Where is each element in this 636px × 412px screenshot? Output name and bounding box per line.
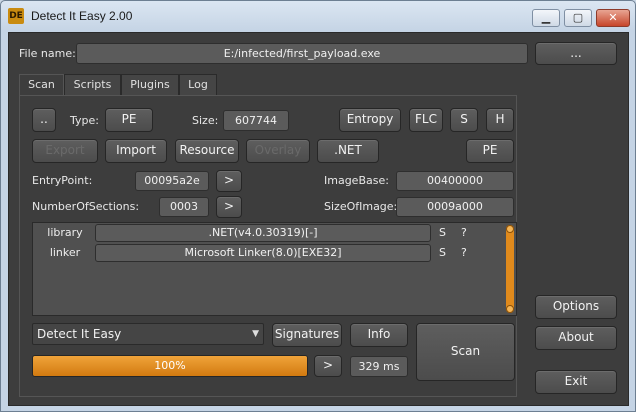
title-bar[interactable]: DE Detect It Easy 2.00 ▁ ▢ ✕ [1,1,635,31]
tab-scripts[interactable]: Scripts [64,74,121,95]
result-row[interactable]: linker Microsoft Linker(8.0)[EXE32] S ? [33,243,503,263]
tab-scan[interactable]: Scan [19,74,64,96]
type-value-button[interactable]: PE [105,108,153,132]
about-button[interactable]: About [535,326,617,350]
h-button[interactable]: H [486,108,514,132]
minimize-button[interactable]: ▁ [532,9,560,27]
size-field[interactable]: 607744 [223,110,289,131]
resource-button[interactable]: Resource [175,139,239,163]
scan-progress-bar: 100% [32,355,308,377]
maximize-button[interactable]: ▢ [564,9,592,27]
entrypoint-go-button[interactable]: > [216,170,242,192]
engine-select-value: Detect It Easy [37,327,122,341]
overlay-button[interactable]: Overlay [246,139,310,163]
main-window: DE Detect It Easy 2.00 ▁ ▢ ✕ File name: … [0,0,636,412]
s-button[interactable]: S [450,108,478,132]
signatures-button[interactable]: Signatures [272,323,342,347]
result-value: Microsoft Linker(8.0)[EXE32] [95,244,431,262]
result-type: linker [49,246,81,259]
net-button[interactable]: .NET [317,139,379,163]
results-scrollbar[interactable] [506,225,514,313]
browse-button[interactable]: ... [535,42,617,65]
pe-button[interactable]: PE [466,139,514,163]
result-row[interactable]: library .NET(v4.0.30319)[-] S ? [33,223,503,243]
scan-button[interactable]: Scan [416,323,515,381]
chevron-down-icon: ▼ [252,329,259,339]
sections-go-button[interactable]: > [216,196,242,218]
entrypoint-label: EntryPoint: [32,174,93,187]
export-button[interactable]: Export [32,139,98,163]
up-button[interactable]: .. [32,108,56,132]
size-label: Size: [192,114,219,127]
next-button[interactable]: > [314,355,342,377]
close-button[interactable]: ✕ [596,9,630,27]
results-list[interactable]: library .NET(v4.0.30319)[-] S ? linker M… [32,222,517,316]
result-signature-button[interactable]: S [439,243,446,263]
flc-button[interactable]: FLC [409,108,443,132]
result-info-button[interactable]: ? [461,223,467,243]
options-button[interactable]: Options [535,295,617,319]
imagebase-label: ImageBase: [324,174,389,187]
engine-select[interactable]: Detect It Easy ▼ [32,323,264,345]
app-logo-icon: DE [8,8,24,24]
file-name-label: File name: [19,47,76,60]
sizeofimage-field[interactable]: 0009a000 [396,197,514,217]
result-signature-button[interactable]: S [439,223,446,243]
scroll-down-handle[interactable] [506,305,514,313]
result-value: .NET(v4.0.30319)[-] [95,224,431,242]
entrypoint-field[interactable]: 00095a2e [135,171,209,191]
imagebase-field[interactable]: 00400000 [396,171,514,191]
scan-time-field: 329 ms [350,356,408,377]
client-area: File name: E:/infected/first_payload.exe… [8,32,629,406]
type-label: Type: [70,114,99,127]
window-title: Detect It Easy 2.00 [31,9,133,23]
file-path-field[interactable]: E:/infected/first_payload.exe [76,43,528,64]
result-type: library [47,226,83,239]
entropy-button[interactable]: Entropy [339,108,401,132]
import-button[interactable]: Import [105,139,167,163]
tab-plugins[interactable]: Plugins [121,74,179,95]
exit-button[interactable]: Exit [535,370,617,394]
tab-log[interactable]: Log [179,74,217,95]
progress-text: 100% [154,359,186,372]
result-info-button[interactable]: ? [461,243,467,263]
sizeofimage-label: SizeOfImage: [324,200,398,213]
scroll-up-handle[interactable] [506,225,514,233]
sections-label: NumberOfSections: [32,200,140,213]
info-button[interactable]: Info [350,323,408,347]
sections-field[interactable]: 0003 [159,197,209,217]
